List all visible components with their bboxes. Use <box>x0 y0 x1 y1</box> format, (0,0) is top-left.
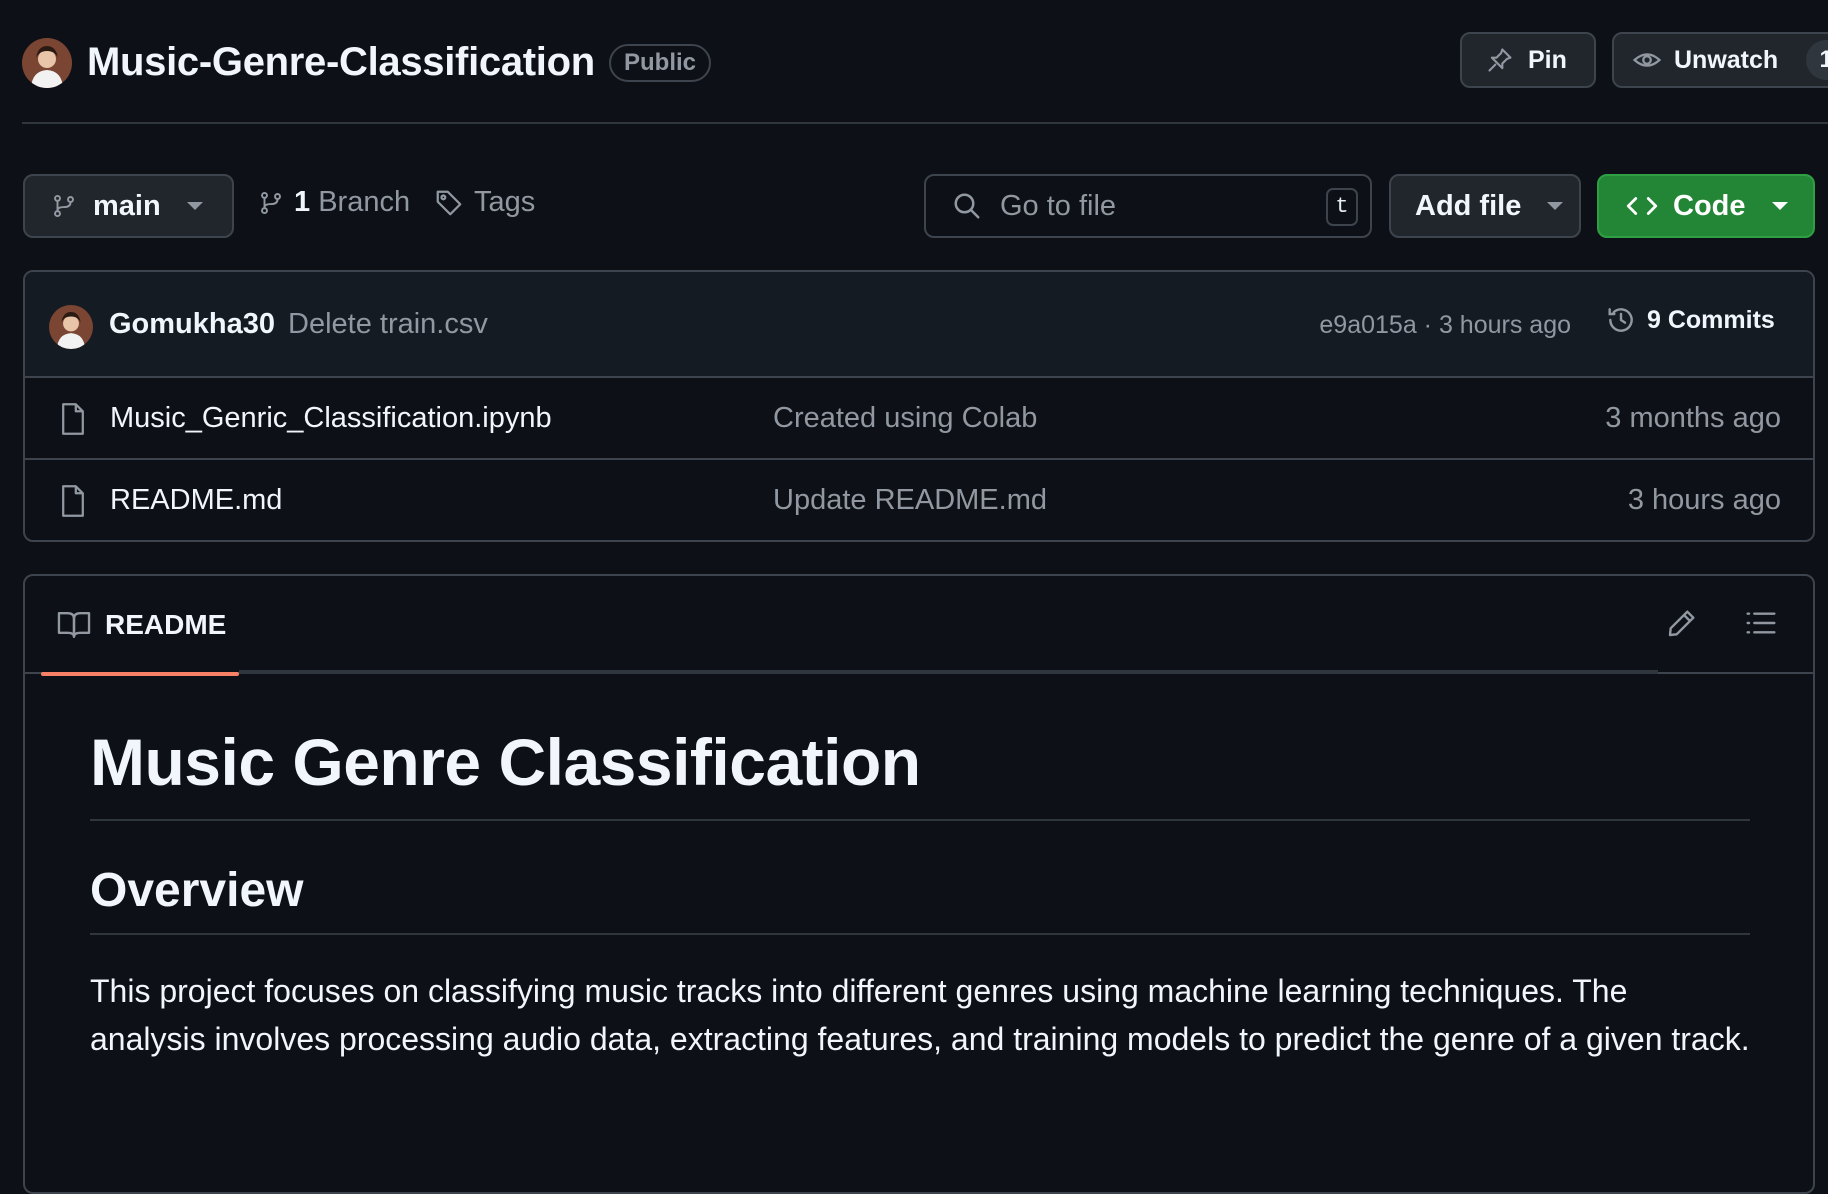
branch-selector[interactable]: main <box>23 174 234 238</box>
readme-header: README <box>25 576 1813 676</box>
eye-icon <box>1632 45 1662 75</box>
file-commit-message[interactable]: Created using Colab <box>773 402 1037 435</box>
file-list: Gomukha30 Delete train.csv e9a015a · 3 h… <box>23 270 1815 542</box>
pin-icon <box>1486 46 1514 74</box>
tags-label: Tags <box>474 186 536 218</box>
file-name[interactable]: README.md <box>110 484 282 517</box>
pin-label: Pin <box>1528 45 1567 74</box>
code-button[interactable]: Code <box>1597 174 1815 238</box>
file-row[interactable]: README.md Update README.md 3 hours ago <box>25 460 1813 540</box>
list-icon[interactable] <box>1745 607 1777 639</box>
branches-link[interactable]: 1 Branch <box>258 186 410 219</box>
file-time: 3 hours ago <box>1627 484 1781 516</box>
readme-section-heading: Overview <box>90 864 1750 936</box>
tab-divider <box>239 670 1658 674</box>
readme-panel: README Music Genre Classification Overvi… <box>23 574 1815 1194</box>
commits-link[interactable]: 9 Commits <box>1605 304 1775 336</box>
commit-message[interactable]: Delete train.csv <box>288 308 488 341</box>
visibility-badge: Public <box>609 44 712 82</box>
file-commit-message[interactable]: Update README.md <box>773 484 1047 517</box>
readme-tab-label: README <box>105 609 227 640</box>
readme-title: Music Genre Classification <box>90 726 1750 821</box>
add-file-label: Add file <box>1415 189 1522 222</box>
commit-time: 3 hours ago <box>1438 311 1571 339</box>
file-name[interactable]: Music_Genric_Classification.ipynb <box>110 402 552 435</box>
search-icon <box>952 191 982 221</box>
branch-count: 1 <box>294 186 311 218</box>
meta-separator: · <box>1423 311 1432 339</box>
file-row[interactable]: Music_Genric_Classification.ipynb Create… <box>25 378 1813 460</box>
code-label: Code <box>1673 189 1746 222</box>
pencil-icon[interactable] <box>1666 607 1698 639</box>
unwatch-label: Unwatch <box>1674 45 1779 74</box>
go-to-file-search[interactable]: t <box>924 174 1372 238</box>
author-avatar[interactable] <box>49 305 93 349</box>
commit-meta: e9a015a · 3 hours ago <box>1319 311 1571 340</box>
code-icon <box>1625 191 1659 221</box>
commits-label: Commits <box>1667 305 1775 334</box>
file-time: 3 months ago <box>1605 402 1781 434</box>
branch-label: Branch <box>318 186 411 218</box>
watch-count: 1 <box>1806 40 1828 80</box>
chevron-down-icon <box>1771 202 1788 210</box>
repo-title[interactable]: Music-Genre-Classification <box>87 40 595 85</box>
file-icon <box>59 402 87 436</box>
chevron-down-icon <box>186 202 203 210</box>
branch-icon <box>258 188 284 218</box>
book-icon <box>57 610 91 640</box>
shortcut-key: t <box>1326 188 1358 226</box>
file-icon <box>59 484 87 518</box>
branch-name: main <box>93 189 161 222</box>
commit-author[interactable]: Gomukha30 <box>109 308 275 341</box>
readme-content: Music Genre Classification Overview This… <box>90 726 1750 1063</box>
tab-readme[interactable]: README <box>41 576 239 676</box>
commits-count: 9 <box>1647 305 1661 334</box>
unwatch-button[interactable]: Unwatch 1 <box>1612 32 1828 88</box>
search-input[interactable] <box>1000 189 1320 223</box>
latest-commit-bar: Gomukha30 Delete train.csv e9a015a · 3 h… <box>25 272 1813 378</box>
pin-button[interactable]: Pin <box>1460 32 1596 88</box>
branch-icon <box>51 192 77 220</box>
add-file-button[interactable]: Add file <box>1389 174 1581 238</box>
history-icon <box>1605 304 1637 336</box>
readme-paragraph: This project focuses on classifying musi… <box>90 973 1750 1058</box>
commit-hash[interactable]: e9a015a <box>1319 311 1416 339</box>
chevron-down-icon <box>1547 202 1564 210</box>
repo-header: Music-Genre-Classification Public Pin Un… <box>22 22 1828 124</box>
tag-icon <box>434 188 464 218</box>
tags-link[interactable]: Tags <box>434 186 535 219</box>
owner-avatar[interactable] <box>22 38 72 88</box>
